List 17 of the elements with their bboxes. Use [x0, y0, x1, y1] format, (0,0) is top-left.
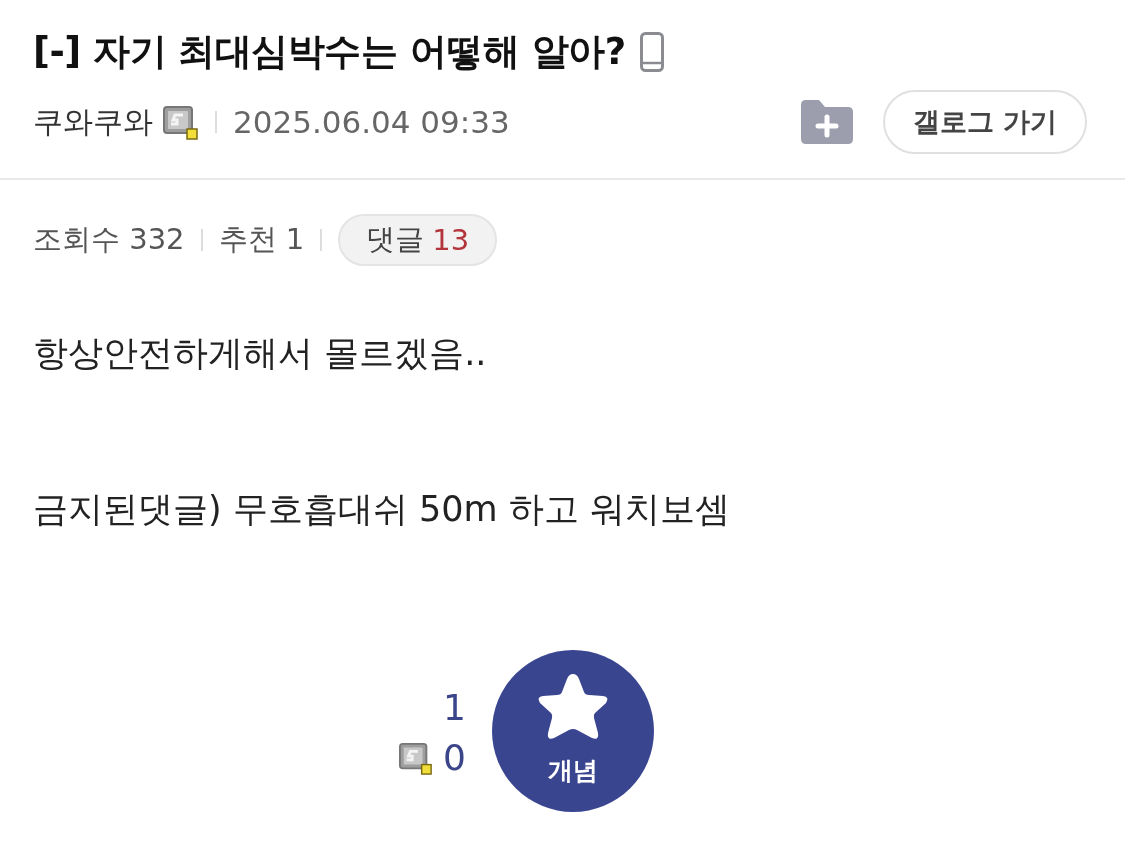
- user-badge-icon: [163, 104, 199, 140]
- stat-text: 추천 1: [218, 221, 305, 258]
- fixed-user-count: 0: [443, 736, 466, 780]
- phone-icon: [639, 32, 664, 72]
- recommend-button[interactable]: 개념: [491, 650, 654, 812]
- comment-count-button[interactable]: 댓글 13: [338, 214, 498, 266]
- user-badge-icon: [399, 741, 434, 775]
- post-paragraph: 항상안전하게해서 몰르겠음..: [33, 332, 487, 375]
- stat-text: 조회수 332: [33, 221, 185, 258]
- author-name[interactable]: 쿠와쿠와: [33, 101, 153, 143]
- recommend-count: 1: [443, 686, 466, 730]
- folder-add-icon: [800, 100, 853, 144]
- gallog-button[interactable]: 갤로그 가기: [882, 90, 1087, 154]
- post-date: 2025.06.04 09:33: [233, 104, 510, 140]
- post-paragraph: 금지된댓글) 무호흡대쉬 50m 하고 워치보셈: [33, 488, 730, 531]
- folder-add-button[interactable]: [800, 100, 853, 144]
- post-title: [-] 자기 최대심박수는 어떻해 알아?: [33, 29, 626, 75]
